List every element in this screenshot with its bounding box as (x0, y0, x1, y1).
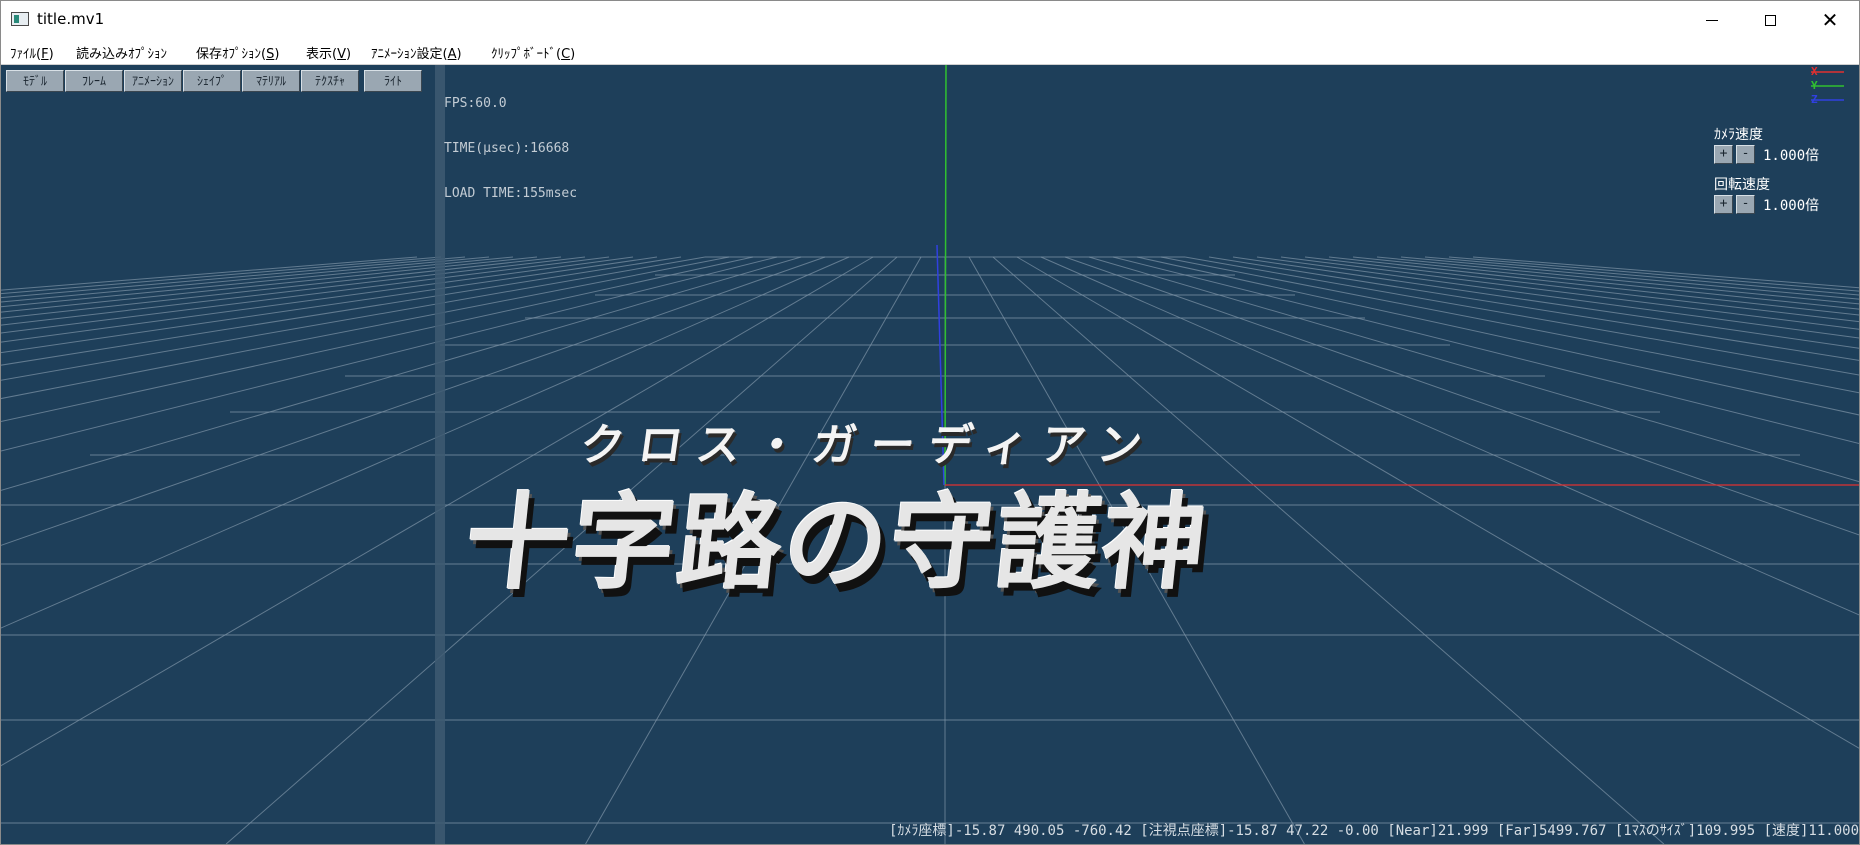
menu-clipboard-end: ) (570, 47, 576, 62)
menu-view-key: V (337, 47, 346, 62)
close-button[interactable]: ✕ (1801, 1, 1859, 39)
load-time-readout: LOAD TIME:155msec (444, 186, 578, 201)
grid-line (1, 256, 466, 299)
window-title: title.mv1 (37, 10, 105, 28)
minimize-button[interactable] (1683, 1, 1741, 39)
title-bar[interactable]: title.mv1 ✕ (1, 1, 1859, 39)
menu-save-options-label: 保存ｵﾌﾟｼｮﾝ( (196, 47, 267, 62)
rotation-speed-value: 1.000倍 (1763, 198, 1820, 214)
grid-line (1, 256, 442, 295)
tab-material[interactable]: ﾏﾃﾘｱﾙ (242, 70, 300, 92)
camera-speed-minus-button[interactable]: - (1736, 145, 1755, 164)
menu-file-end: ) (48, 47, 54, 62)
rotation-speed-minus-button[interactable]: - (1736, 195, 1755, 214)
grid-line (1, 256, 490, 303)
app-window: title.mv1 ✕ ﾌｧｲﾙ(F) 読み込みｵﾌﾟｼｮﾝ 保存ｵﾌﾟｼｮﾝ(… (0, 0, 1860, 845)
tab-texture[interactable]: ﾃｸｽﾁｬ (301, 70, 359, 92)
grid-line (1400, 256, 1859, 300)
menu-animation-settings-label: ｱﾆﾒｰｼｮﾝ設定( (371, 47, 448, 62)
app-icon (11, 12, 29, 26)
menu-animation-settings[interactable]: ｱﾆﾒｰｼｮﾝ設定(A) (371, 43, 462, 62)
menu-view-label: 表示( (306, 47, 338, 62)
menu-save-options[interactable]: 保存ｵﾌﾟｼｮﾝ(S) (196, 43, 279, 62)
menu-file[interactable]: ﾌｧｲﾙ(F) (10, 43, 54, 62)
3d-viewport[interactable]: ﾓﾃﾞﾙ ﾌﾚｰﾑ ｱﾆﾒｰｼｮﾝ ｼｪｲﾌﾟ ﾏﾃﾘｱﾙ ﾃｸｽﾁｬ ﾗｲﾄ … (1, 65, 1859, 844)
maximize-icon (1764, 14, 1776, 26)
menu-clipboard[interactable]: ｸﾘｯﾌﾟﾎﾞｰﾄﾞ(C) (491, 43, 575, 62)
menu-view-end: ) (345, 47, 352, 62)
model-main-text: 十字路の守護神 (459, 458, 1217, 609)
tab-light[interactable]: ﾗｲﾄ (364, 70, 422, 92)
minimize-icon (1706, 19, 1718, 21)
menu-load-options-label: 読み込みｵﾌﾟｼｮﾝ (76, 47, 168, 62)
menu-bar: ﾌｧｲﾙ(F) 読み込みｵﾌﾟｼｮﾝ 保存ｵﾌﾟｼｮﾝ(S) 表示(V) ｱﾆﾒ… (1, 39, 1859, 65)
frame-time-readout: TIME(μsec):16668 (444, 141, 570, 156)
tab-shape[interactable]: ｼｪｲﾌﾟ (183, 70, 241, 92)
x-legend-label: X (1811, 65, 1818, 78)
grid-line (1, 256, 418, 291)
menu-file-key: F (41, 47, 49, 62)
render-stats: FPS:60.0 TIME(μsec):16668 LOAD TIME:155m… (444, 66, 577, 231)
tab-model[interactable]: ﾓﾃﾞﾙ (6, 70, 64, 92)
y-legend-label: Y (1811, 79, 1818, 92)
tab-animation[interactable]: ｱﾆﾒｰｼｮﾝ (124, 70, 182, 92)
camera-speed-label: ｶﾒﾗ速度 (1714, 127, 1763, 143)
menu-clipboard-key: C (561, 47, 571, 62)
menu-animation-settings-end: ) (456, 47, 462, 62)
menu-view[interactable]: 表示(V) (306, 43, 351, 62)
menu-save-options-end: ) (274, 47, 280, 62)
menu-load-options[interactable]: 読み込みｵﾌﾟｼｮﾝ (76, 43, 167, 62)
close-icon: ✕ (1821, 8, 1839, 32)
grid-line (1472, 256, 1859, 289)
maximize-button[interactable] (1741, 1, 1799, 39)
grid-line (1424, 256, 1859, 296)
fps-readout: FPS:60.0 (444, 96, 507, 111)
camera-speed-plus-button[interactable]: + (1714, 145, 1733, 164)
z-legend-label: Z (1811, 93, 1818, 106)
rotation-speed-label: 回転速度 (1714, 177, 1770, 193)
camera-speed-value: 1.000倍 (1763, 148, 1820, 164)
rotation-speed-plus-button[interactable]: + (1714, 195, 1733, 214)
tab-frame[interactable]: ﾌﾚｰﾑ (65, 70, 123, 92)
camera-status-readout: [ｶﾒﾗ座標]-15.87 490.05 -760.42 [注視点座標]-15.… (888, 823, 1859, 839)
menu-file-label: ﾌｧｲﾙ( (10, 47, 42, 62)
grid-line (1448, 256, 1859, 292)
menu-clipboard-label: ｸﾘｯﾌﾟﾎﾞｰﾄﾞ( (491, 47, 562, 62)
